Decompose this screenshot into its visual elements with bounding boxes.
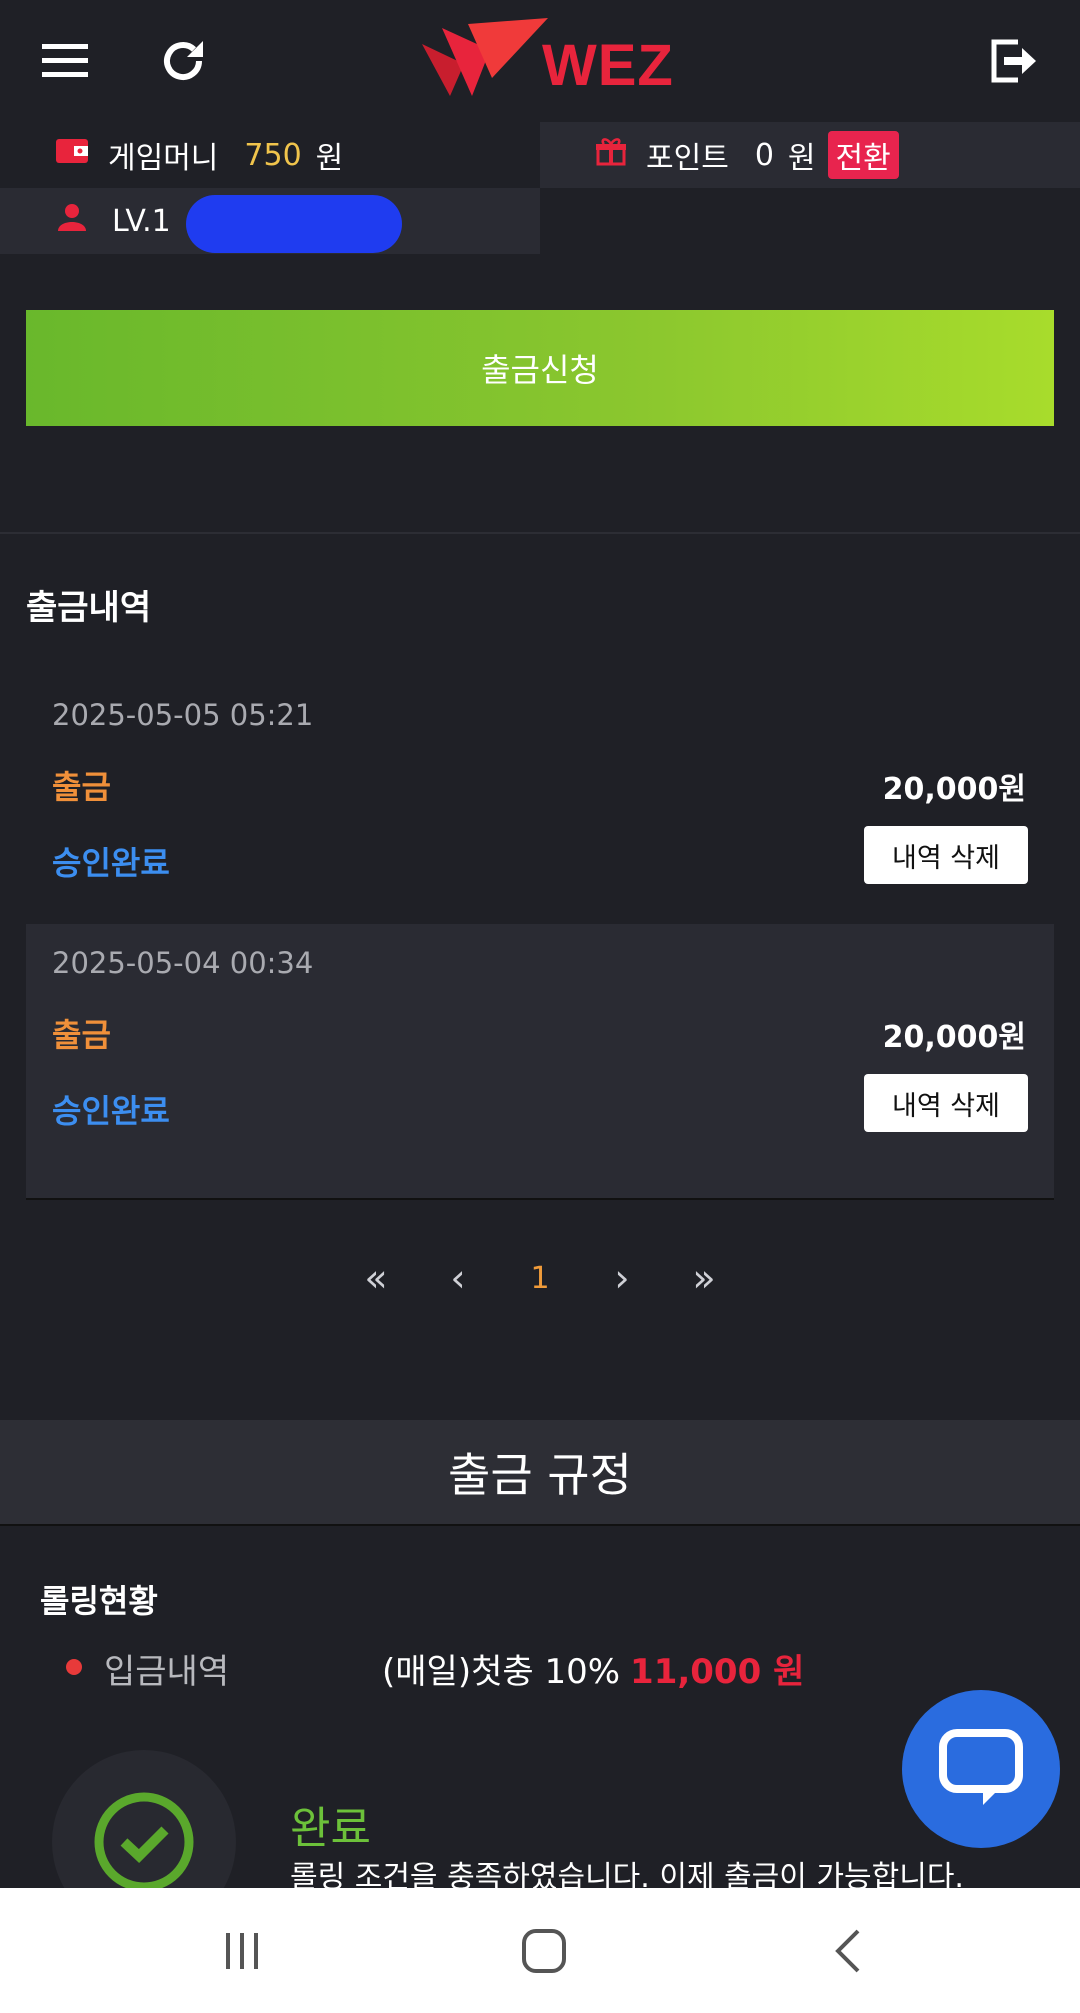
level-label: LV.1 (112, 203, 171, 239)
chat-support-button[interactable] (902, 1690, 1060, 1848)
history-status: 승인완료 (52, 1092, 170, 1130)
history-status: 승인완료 (52, 844, 170, 882)
point-label: 포인트 (646, 141, 729, 176)
logo-text: WEZ (542, 33, 674, 98)
wallet-icon (56, 137, 88, 173)
point-unit: 원 (787, 141, 816, 176)
prev-page-button[interactable]: ‹ (417, 1256, 499, 1300)
logout-icon[interactable] (968, 16, 1058, 106)
deposit-bonus-text: (매일)첫충 10% (382, 1652, 621, 1692)
first-page-button[interactable]: « (335, 1256, 417, 1300)
user-icon (58, 203, 86, 239)
withdraw-rules-header: 출금 규정 (0, 1420, 1080, 1526)
complete-title: 완료 (290, 1803, 371, 1854)
withdraw-history-title: 출금내역 (26, 588, 152, 628)
home-icon[interactable] (504, 1916, 584, 1986)
delete-history-button[interactable]: 내역 삭제 (864, 1074, 1028, 1132)
gift-icon (596, 136, 626, 174)
history-date: 2025-05-04 00:34 (52, 946, 314, 980)
history-item: 2025-05-05 05:21 출금 20,000원 승인완료 내역 삭제 (26, 676, 1054, 950)
section-divider (0, 532, 1080, 534)
convert-button[interactable]: 전환 (827, 131, 899, 179)
history-kind: 출금 (52, 768, 111, 806)
redacted-username (186, 195, 402, 253)
last-page-button[interactable]: » (663, 1256, 745, 1300)
deposit-info: (매일)첫충 10% 11,000 원 (382, 1644, 804, 1693)
game-money-value: 750 (244, 137, 302, 173)
app-header: WEZ (0, 0, 1080, 122)
page-number-current[interactable]: 1 (499, 1261, 581, 1296)
system-navigation-bar (0, 1888, 1080, 2013)
game-money-panel: 게임머니 750 원 (0, 122, 540, 188)
wez-logo[interactable]: WEZ (420, 14, 673, 100)
history-amount: 20,000원 (882, 772, 1026, 807)
refresh-icon[interactable] (138, 16, 228, 106)
history-kind: 출금 (52, 1016, 111, 1054)
point-value: 0 (754, 137, 774, 173)
pagination: « ‹ 1 › » (0, 1248, 1080, 1308)
hamburger-menu-icon[interactable] (20, 16, 110, 106)
history-item: 2025-05-04 00:34 출금 20,000원 승인완료 내역 삭제 (26, 924, 1054, 1200)
deposit-history-label: 입금내역 (104, 1652, 230, 1692)
game-money-label: 게임머니 (108, 141, 219, 176)
back-icon[interactable] (808, 1916, 888, 1986)
withdraw-request-button[interactable]: 출금신청 (26, 310, 1054, 426)
next-page-button[interactable]: › (581, 1256, 663, 1300)
deposit-amount: 11,000 원 (630, 1652, 805, 1692)
history-amount: 20,000원 (882, 1020, 1026, 1055)
recent-apps-icon[interactable] (202, 1916, 282, 1986)
point-panel: 포인트 0 원 전환 (540, 122, 1080, 188)
history-date: 2025-05-05 05:21 (52, 698, 314, 732)
bullet-dot (66, 1659, 82, 1675)
delete-history-button[interactable]: 내역 삭제 (864, 826, 1028, 884)
game-money-unit: 원 (315, 141, 344, 176)
chat-bubble-icon (939, 1729, 1023, 1805)
rolling-status-title: 롤링현황 (40, 1582, 158, 1620)
